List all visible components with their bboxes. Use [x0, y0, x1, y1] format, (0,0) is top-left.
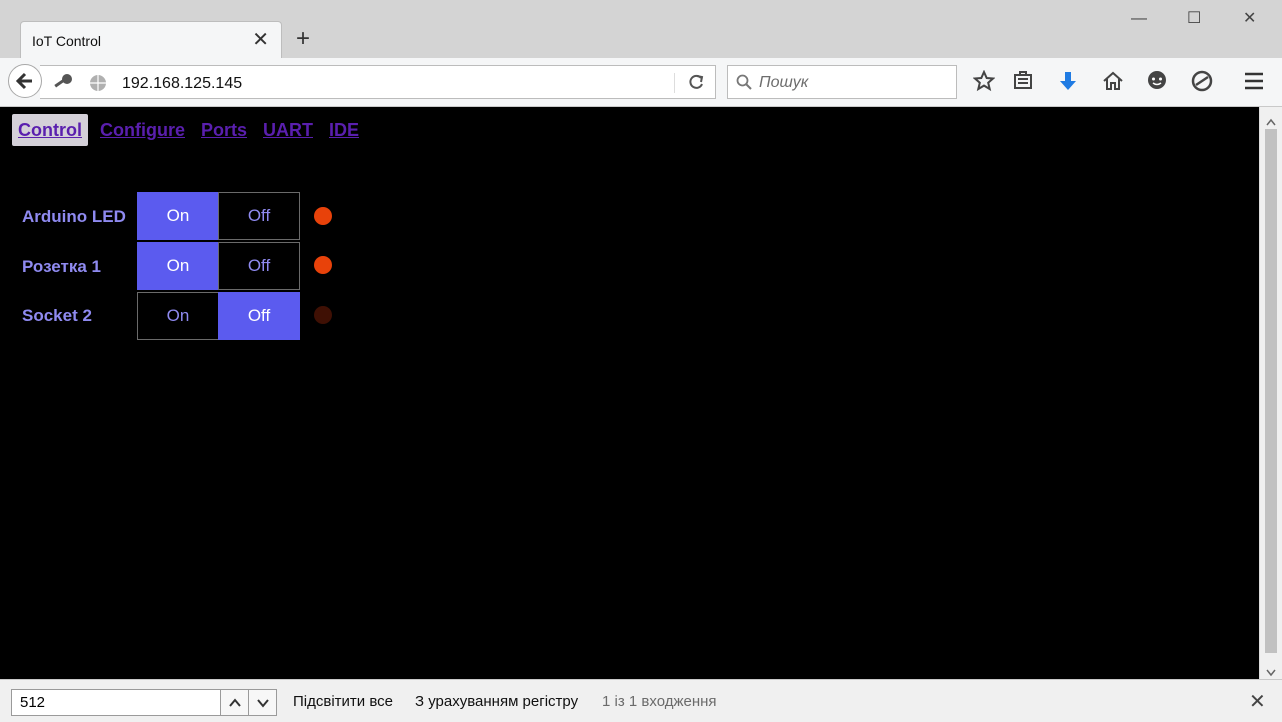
reload-icon[interactable]: [686, 72, 706, 97]
nav-link-ide[interactable]: IDE: [329, 114, 359, 146]
nav-link-control[interactable]: Control: [12, 114, 88, 146]
chevron-up-icon: [228, 698, 241, 707]
browser-tab[interactable]: IoT Control ✕: [20, 21, 282, 59]
menu-icon[interactable]: [1243, 70, 1265, 97]
find-status: 1 із 1 входження: [602, 693, 717, 710]
reading-list-icon[interactable]: [1012, 70, 1034, 97]
url-text[interactable]: 192.168.125.145: [122, 75, 242, 93]
tab-close-icon[interactable]: ✕: [252, 30, 269, 50]
chevron-down-icon: [256, 699, 269, 708]
find-close-icon[interactable]: ✕: [1249, 689, 1266, 714]
status-led: [314, 306, 332, 324]
maximize-button[interactable]: ☐: [1187, 10, 1201, 28]
device-off-button[interactable]: Off: [218, 192, 300, 240]
find-bar: 512 Підсвітити все З урахуванням регістр…: [0, 679, 1282, 722]
scroll-thumb[interactable]: [1265, 129, 1277, 653]
find-next-button[interactable]: [248, 689, 277, 716]
device-label: Розетка 1: [22, 257, 101, 276]
device-off-button[interactable]: Off: [218, 242, 300, 290]
back-arrow-icon: [15, 72, 32, 90]
nav-link-configure[interactable]: Configure: [100, 114, 185, 146]
scrollbar[interactable]: [1259, 107, 1282, 679]
minimize-button[interactable]: —: [1131, 10, 1147, 28]
search-input[interactable]: Пошук: [759, 74, 808, 92]
page-content: Control Configure Ports UART IDE Arduino…: [0, 107, 1259, 679]
find-input[interactable]: 512: [11, 689, 221, 716]
device-on-button[interactable]: On: [137, 242, 219, 290]
search-bar[interactable]: Пошук: [727, 65, 957, 99]
key-icon[interactable]: [52, 73, 74, 98]
search-icon: [736, 74, 752, 95]
url-divider: [674, 73, 675, 93]
status-led: [314, 207, 332, 225]
home-icon[interactable]: [1102, 70, 1124, 97]
nav-link-uart[interactable]: UART: [263, 114, 313, 146]
window-close-button[interactable]: ✕: [1243, 10, 1256, 28]
chat-icon[interactable]: [1146, 70, 1168, 97]
device-off-button[interactable]: Off: [218, 292, 300, 340]
sync-icon[interactable]: [1191, 70, 1213, 97]
device-label: Socket 2: [22, 306, 92, 325]
nav-link-ports[interactable]: Ports: [201, 114, 247, 146]
site-info-icon[interactable]: [88, 73, 108, 98]
device-label: Arduino LED: [22, 207, 126, 226]
find-previous-button[interactable]: [220, 689, 249, 716]
nav-bar: 192.168.125.145 Пошук: [0, 58, 1282, 107]
tab-title: IoT Control: [32, 33, 101, 49]
download-icon[interactable]: [1057, 70, 1079, 97]
new-tab-button[interactable]: +: [296, 27, 310, 51]
device-on-button[interactable]: On: [137, 292, 219, 340]
match-case-button[interactable]: З урахуванням регістру: [415, 693, 578, 710]
bookmark-star-icon[interactable]: [972, 69, 996, 97]
status-led: [314, 256, 332, 274]
url-bar[interactable]: 192.168.125.145: [40, 65, 716, 99]
title-bar: IoT Control ✕ + — ☐ ✕: [0, 0, 1282, 59]
highlight-all-button[interactable]: Підсвітити все: [293, 693, 393, 710]
back-button[interactable]: [8, 64, 42, 98]
device-on-button[interactable]: On: [137, 192, 219, 240]
